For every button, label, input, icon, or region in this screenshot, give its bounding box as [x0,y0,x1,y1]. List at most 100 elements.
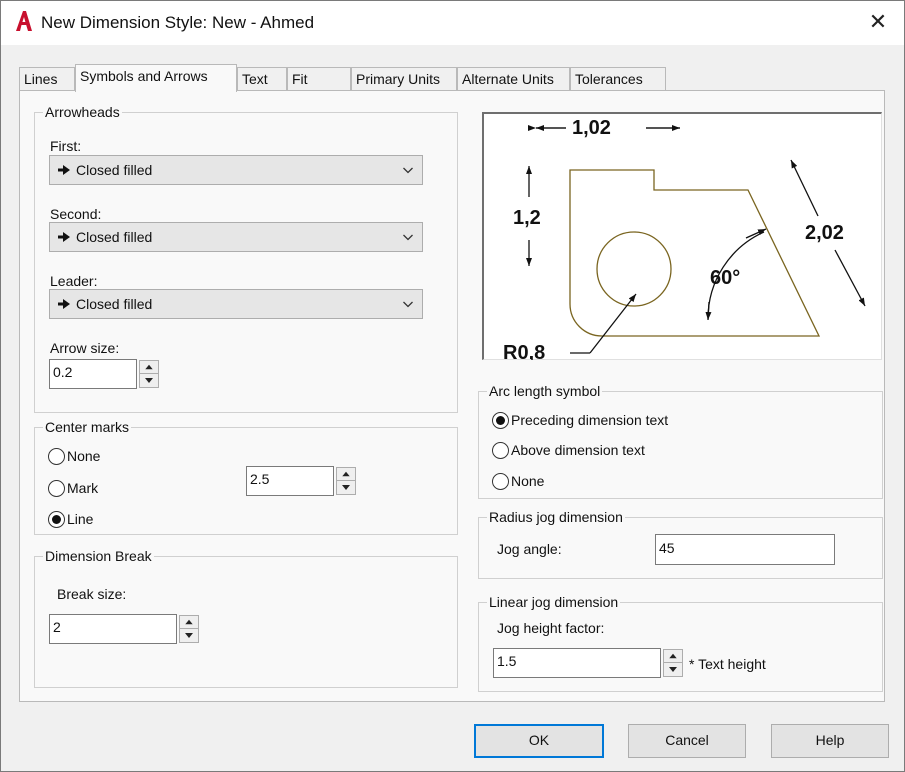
angle-dim-text: 60° [710,267,740,289]
vertical-dim-text: 1,2 [513,207,541,229]
text-height-suffix: * Text height [689,656,766,672]
arrow-size-spin-buttons [139,360,159,388]
leader-arrow-select[interactable]: Closed filled [49,289,423,319]
first-arrow-select[interactable]: Closed filled [49,155,423,185]
preview-drawing: 1,02 1,2 2,02 60° R0,8 [503,117,866,364]
tab-label: Symbols and Arrows [80,68,208,84]
closed-filled-arrow-icon [58,165,70,175]
tab-label: Alternate Units [462,71,554,87]
close-button[interactable]: ✕ [862,7,894,37]
window-title: New Dimension Style: New - Ahmed [41,13,315,32]
linear-jog-group: Linear jog dimension Jog height factor: … [478,594,883,692]
closed-filled-arrow-icon [58,232,70,242]
radio-button-selected [48,511,65,528]
center-mark-line-radio[interactable]: Line [48,510,138,530]
spin-up-icon[interactable] [140,361,158,374]
part-outline [569,169,821,337]
dimension-preview: 1,02 1,2 2,02 60° R0,8 [482,112,882,364]
center-marks-title: Center marks [43,419,132,435]
tab-symbols-and-arrows[interactable]: Symbols and Arrows [75,64,237,92]
second-arrow-value: Closed filled [76,229,153,245]
linear-jog-title: Linear jog dimension [487,594,621,610]
tab-label: Primary Units [356,71,441,87]
center-mark-spin-buttons [336,467,356,495]
tab-label: Tolerances [575,71,643,87]
leader-arrow-value: Closed filled [76,296,153,312]
arc-length-title: Arc length symbol [487,383,603,399]
help-button[interactable]: Help [771,724,889,758]
arc-above-radio[interactable]: Above dimension text [492,441,722,461]
break-size-spin-buttons [179,615,199,643]
radius-jog-group: Radius jog dimension Jog angle: 45 [478,509,883,579]
tab-label: Fit [292,71,308,87]
arrow-size-input[interactable]: 0.2 [49,359,137,389]
arrow-size-label: Arrow size: [50,340,120,356]
jog-angle-label: Jog angle: [497,541,562,557]
aligned-dim-text: 2,02 [805,222,844,244]
tab-panel: Arrowheads First: Closed filled Second: … [19,90,885,702]
tab-alternate-units[interactable]: Alternate Units [457,67,570,91]
ok-button[interactable]: OK [474,724,604,758]
jog-height-factor-label: Jog height factor: [497,620,605,636]
closed-filled-arrow-icon [58,299,70,309]
first-label: First: [50,138,82,154]
arc-preceding-radio[interactable]: Preceding dimension text [492,411,722,431]
dimension-break-group: Dimension Break Break size: 2 [34,548,458,688]
cancel-button[interactable]: Cancel [628,724,746,758]
chevron-down-icon [403,234,413,241]
spin-up-icon[interactable] [664,650,682,663]
tab-label: Text [242,71,268,87]
autocad-icon [16,11,32,31]
arc-length-group: Arc length symbol Preceding dimension te… [478,383,883,499]
spin-down-icon[interactable] [140,374,158,387]
second-arrow-select[interactable]: Closed filled [49,222,423,252]
spin-down-icon[interactable] [180,629,198,642]
horizontal-dim-text: 1,02 [572,117,611,139]
center-mark-size-input[interactable]: 2.5 [246,466,334,496]
radio-label: Above dimension text [511,442,645,458]
arc-none-radio[interactable]: None [492,472,722,492]
jog-height-factor-input[interactable]: 1.5 [493,648,661,678]
title-bar: New Dimension Style: New - Ahmed ✕ [1,1,904,45]
chevron-down-icon [403,301,413,308]
tab-text[interactable]: Text [237,67,287,91]
radius-jog-title: Radius jog dimension [487,509,625,525]
arrowheads-title: Arrowheads [43,104,122,120]
break-size-input[interactable]: 2 [49,614,177,644]
jog-height-spin-buttons [663,649,683,677]
radio-button [492,442,509,459]
dimension-break-title: Dimension Break [43,548,154,564]
tab-lines[interactable]: Lines [19,67,75,91]
center-mark-none-radio[interactable]: None [48,447,138,467]
center-mark-size-spinner: 2.5 [246,466,358,496]
radio-button [48,448,65,465]
tab-tolerances[interactable]: Tolerances [570,67,666,91]
spin-down-icon[interactable] [337,481,355,494]
radius-dim-text: R0,8 [503,342,545,360]
spin-up-icon[interactable] [337,468,355,481]
jog-height-factor-spinner: 1.5 [493,648,685,678]
tab-fit[interactable]: Fit [287,67,351,91]
radio-button [48,480,65,497]
jog-angle-input[interactable]: 45 [655,534,835,565]
radio-label: Mark [67,480,99,496]
radio-button-selected [492,412,509,429]
tab-primary-units[interactable]: Primary Units [351,67,457,91]
radio-label: Line [67,511,94,527]
spin-down-icon[interactable] [664,663,682,676]
radio-label: None [511,473,545,489]
center-mark-mark-radio[interactable]: Mark [48,479,138,499]
radio-label: Preceding dimension text [511,412,669,428]
first-arrow-value: Closed filled [76,162,153,178]
arrow-size-spinner: 0.2 [49,359,161,389]
break-size-spinner: 2 [49,614,201,644]
close-icon: ✕ [868,9,888,34]
break-size-label: Break size: [57,586,127,602]
spin-up-icon[interactable] [180,616,198,629]
arrowheads-group: Arrowheads First: Closed filled Second: … [34,104,458,413]
radio-button [492,473,509,490]
tab-label: Lines [24,71,58,87]
leader-label: Leader: [50,273,98,289]
radio-label: None [67,448,101,464]
dialog-window: New Dimension Style: New - Ahmed ✕ Lines… [0,0,905,772]
